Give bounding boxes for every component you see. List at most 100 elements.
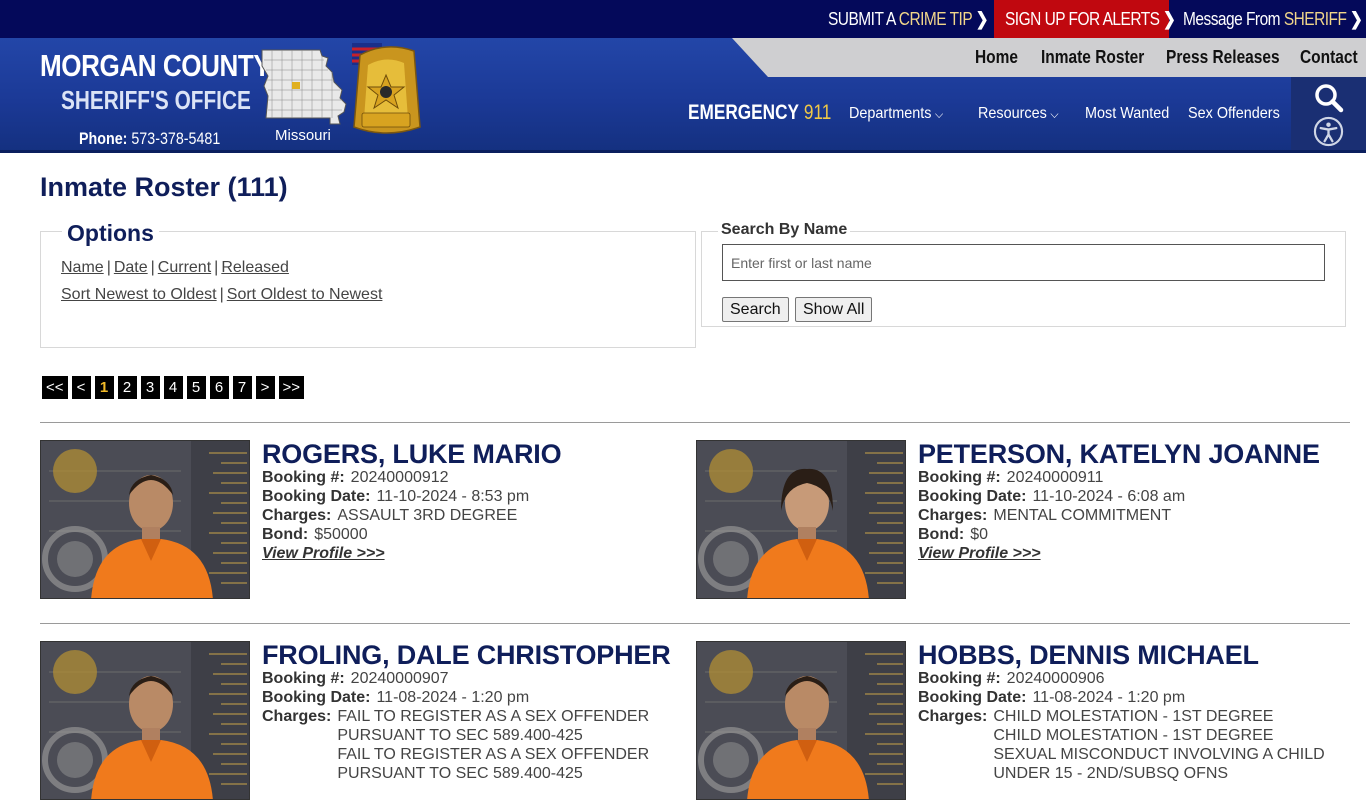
brand-title[interactable]: MORGAN COUNTY [40, 48, 271, 84]
separator: | [214, 259, 219, 276]
charge-item: UNDER 15 - 2ND/SUBSQ OFNS [993, 765, 1229, 782]
pager-page-2[interactable]: 2 [117, 376, 137, 399]
mugshot-male-image [41, 441, 249, 598]
charges: FAIL TO REGISTER AS A SEX OFFENDER PURSUA… [337, 707, 649, 783]
inmate-photo[interactable] [696, 440, 906, 599]
nav-contact[interactable]: Contact [1300, 47, 1358, 68]
message-from-sheriff-link[interactable]: Message From SHERIFF ❯ [1183, 0, 1363, 38]
inmate-name[interactable]: PETERSON, KATELYN JOANNE [918, 440, 1358, 468]
pager-page-1[interactable]: 1 [94, 376, 114, 399]
booking-date-label: Booking Date: [918, 488, 1027, 505]
sort-links: Name | Date | Current | Released [61, 259, 289, 277]
bond-label: Bond: [918, 526, 965, 543]
inmate-photo[interactable] [696, 641, 906, 800]
pagination: << < 1 2 3 4 5 6 7 > >> [42, 376, 305, 399]
pager-page-7[interactable]: 7 [232, 376, 252, 399]
charge-item: FAIL TO REGISTER AS A SEX OFFENDER [337, 746, 650, 763]
submit-crime-tip-link[interactable]: SUBMIT A CRIME TIP ❯ [828, 0, 989, 38]
search-button[interactable]: Search [722, 297, 789, 322]
nav-sex-offenders[interactable]: Sex Offenders [1188, 105, 1280, 123]
nav-press-releases[interactable]: Press Releases [1166, 47, 1280, 68]
inmate-name[interactable]: FROLING, DALE CHRISTOPHER [262, 641, 702, 669]
charges-label: Charges: [262, 507, 332, 524]
pager-last[interactable]: >> [278, 376, 305, 399]
pager-page-6[interactable]: 6 [209, 376, 229, 399]
mugshot-male-image [41, 642, 249, 799]
show-all-button[interactable]: Show All [795, 297, 873, 322]
filter-current-link[interactable]: Current [158, 259, 211, 276]
booking-number: 20240000912 [350, 469, 449, 486]
sort-oldest-link[interactable]: Sort Oldest to Newest [227, 286, 383, 303]
inmate-photo[interactable] [40, 440, 250, 599]
nav-home[interactable]: Home [975, 47, 1018, 68]
bond-amount: $50000 [314, 526, 368, 543]
charges: MENTAL COMMITMENT [993, 506, 1171, 525]
pager-prev[interactable]: < [71, 376, 91, 399]
phone-number: Phone: 573-378-5481 [79, 129, 220, 149]
message-highlight: SHERIFF [1283, 9, 1347, 29]
utility-bar: SUBMIT A CRIME TIP ❯ SIGN UP FOR ALERTS ❯ … [0, 0, 1366, 38]
nav-resources[interactable]: Resources ⌵ [978, 105, 1059, 123]
booking-number-label: Booking #: [918, 670, 1001, 687]
sort-by-date-link[interactable]: Date [114, 259, 148, 276]
order-links: Sort Newest to Oldest | Sort Oldest to New… [61, 286, 382, 304]
booking-date: 11-10-2024 - 6:08 am [1032, 488, 1186, 505]
charge-item: PURSUANT TO SEC 589.400-425 [337, 765, 583, 782]
booking-date-label: Booking Date: [262, 488, 371, 505]
view-profile-link[interactable]: View Profile >>> [918, 545, 1041, 562]
inmate-name[interactable]: ROGERS, LUKE MARIO [262, 440, 702, 468]
nav-most-wanted[interactable]: Most Wanted [1085, 105, 1169, 123]
phone-label: Phone: [79, 129, 128, 148]
booking-number: 20240000906 [1006, 670, 1105, 687]
search-heading: Search By Name [718, 221, 851, 239]
search-icon[interactable] [1313, 82, 1345, 114]
booking-date: 11-10-2024 - 8:53 pm [376, 488, 530, 505]
bond-label: Bond: [262, 526, 309, 543]
separator: | [150, 259, 155, 276]
separator: | [106, 259, 111, 276]
emergency-number[interactable]: EMERGENCY 911 [688, 101, 831, 125]
crime-tip-highlight: CRIME TIP [898, 9, 973, 29]
nav-inmate-roster[interactable]: Inmate Roster [1041, 47, 1144, 68]
chevron-right-icon: ❯ [1162, 9, 1176, 29]
emergency-value: 911 [803, 101, 832, 124]
filter-released-link[interactable]: Released [221, 259, 289, 276]
charges: ASSAULT 3RD DEGREE [337, 506, 517, 525]
charge-item: MENTAL COMMITMENT [993, 507, 1172, 524]
bond-amount: $0 [970, 526, 988, 543]
mugshot-female-image [697, 441, 905, 598]
pager-first[interactable]: << [42, 376, 68, 399]
inmate-photo[interactable] [40, 641, 250, 800]
booking-number: 20240000907 [350, 670, 449, 687]
mugshot-male-image [697, 642, 905, 799]
charge-item: ASSAULT 3RD DEGREE [337, 507, 518, 524]
pager-page-4[interactable]: 4 [163, 376, 183, 399]
nav-resources-label: Resources [978, 105, 1047, 122]
nav-departments[interactable]: Departments ⌵ [849, 105, 943, 123]
booking-number-label: Booking #: [262, 469, 345, 486]
nav-departments-label: Departments [849, 105, 932, 122]
header-divider [0, 150, 1366, 153]
charges-label: Charges: [918, 507, 988, 524]
sort-by-name-link[interactable]: Name [61, 259, 104, 276]
charge-item: PURSUANT TO SEC 589.400-425 [337, 727, 583, 744]
sheriff-badge-logo[interactable] [350, 41, 422, 137]
name-search-input[interactable] [722, 244, 1325, 281]
options-heading: Options [62, 220, 159, 247]
charge-item: CHILD MOLESTATION - 1ST DEGREE [993, 727, 1274, 744]
inmate-card: HOBBS, DENNIS MICHAEL Booking #: 20240000… [696, 641, 1336, 801]
sign-up-alerts-link[interactable]: SIGN UP FOR ALERTS ❯ [1005, 0, 1176, 38]
view-profile-link[interactable]: View Profile >>> [262, 545, 385, 562]
pager-page-3[interactable]: 3 [140, 376, 160, 399]
chevron-right-icon: ❯ [975, 9, 989, 29]
charges-label: Charges: [262, 708, 332, 725]
inmate-card: FROLING, DALE CHRISTOPHER Booking #: 2024… [40, 641, 680, 801]
inmate-name[interactable]: HOBBS, DENNIS MICHAEL [918, 641, 1358, 669]
inmate-card: ROGERS, LUKE MARIO Booking #: 20240000912… [40, 440, 680, 600]
pager-next[interactable]: > [255, 376, 275, 399]
pager-page-5[interactable]: 5 [186, 376, 206, 399]
sort-newest-link[interactable]: Sort Newest to Oldest [61, 286, 217, 303]
brand-subtitle[interactable]: SHERIFF'S OFFICE [61, 85, 251, 116]
chevron-down-icon: ⌵ [1050, 107, 1059, 121]
accessibility-icon[interactable] [1313, 116, 1344, 147]
